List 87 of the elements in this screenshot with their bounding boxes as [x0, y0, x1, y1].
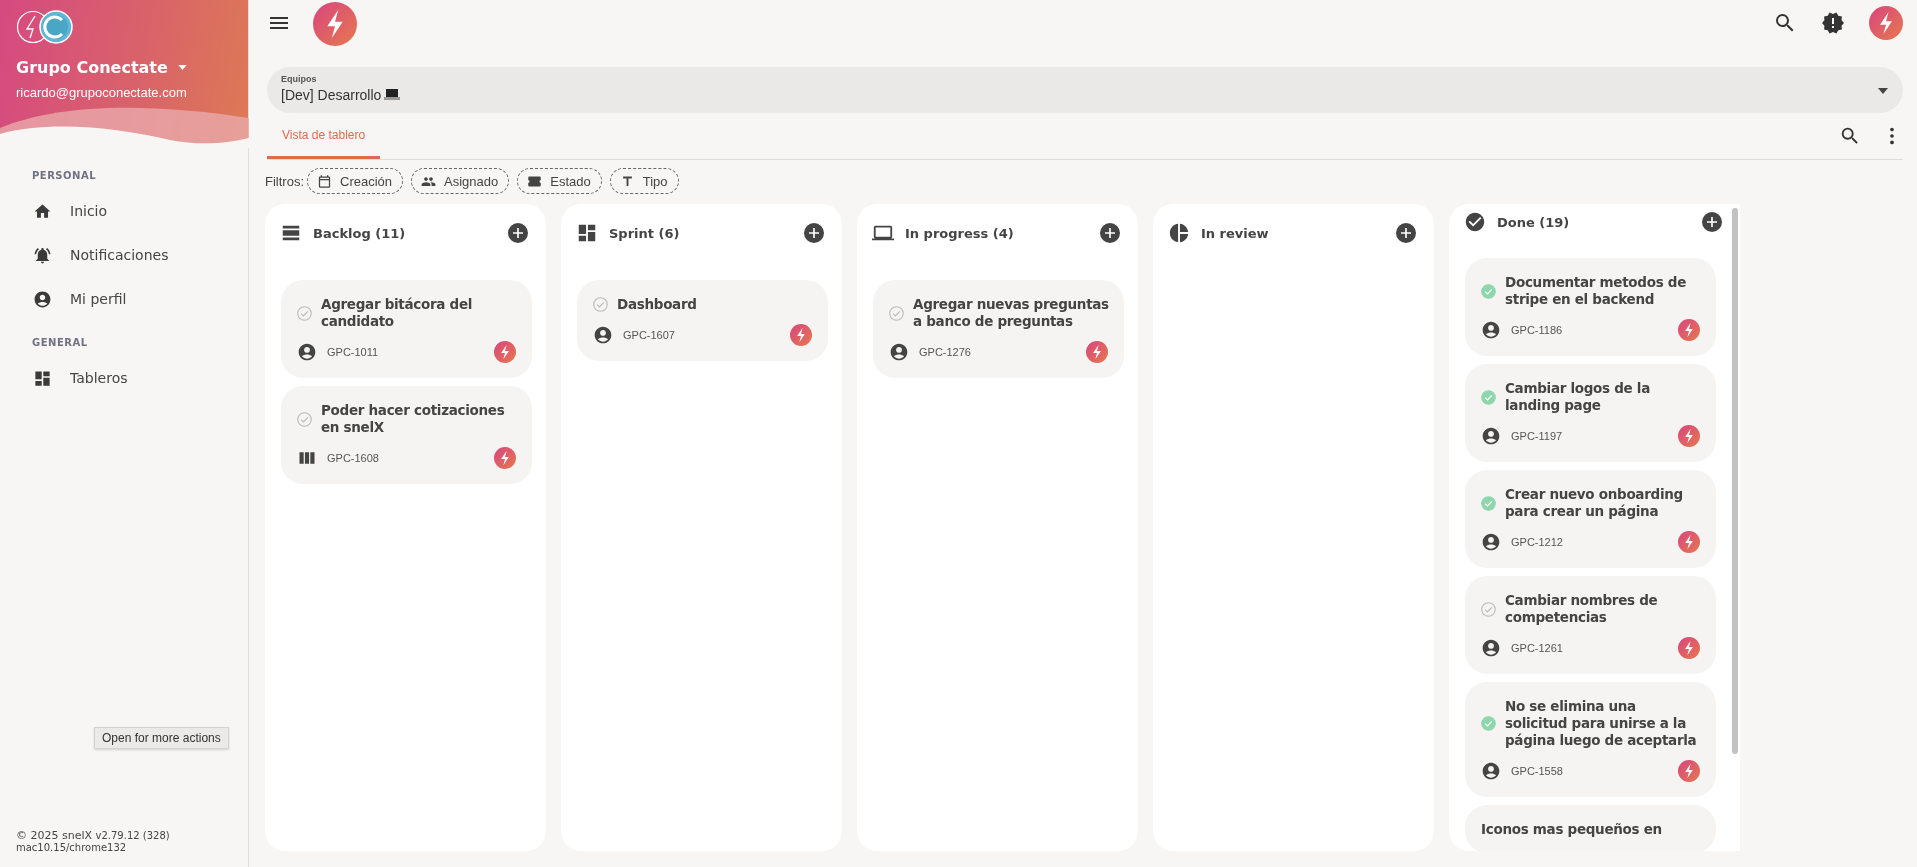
task-id: GPC-1186 — [1511, 324, 1564, 336]
nav-item[interactable]: Tableros — [0, 356, 248, 400]
task-card[interactable]: Documentar metodos de stripe en el backend GPC-1186 — [1465, 258, 1716, 356]
task-id: GPC-1212 — [1511, 536, 1564, 548]
task-card[interactable]: Crear nuevo onboarding para crear un página GPC-1212 — [1465, 470, 1716, 568]
organization-switcher[interactable]: Grupo Conectate — [16, 58, 187, 77]
user-avatar-icon — [889, 342, 909, 362]
grid-icon — [576, 222, 598, 244]
bolt-avatar-icon — [494, 341, 516, 363]
profile-icon — [33, 289, 52, 309]
user-avatar-icon — [1481, 532, 1501, 552]
column-title: Done (19) — [1497, 214, 1571, 230]
task-card[interactable]: Agregar nuevas preguntas a banco de preguntas GPC-1276 — [873, 280, 1124, 378]
add-icon[interactable] — [1396, 223, 1416, 243]
bolt-avatar-icon — [1678, 425, 1700, 447]
bolt-avatar-icon — [1678, 319, 1700, 341]
caret-icon — [177, 65, 187, 70]
task-id: GPC-1276 — [919, 346, 972, 358]
task-card[interactable]: Iconos mas pequeños en — [1465, 805, 1716, 851]
task-title: Poder hacer cotizaciones en snelX — [321, 402, 506, 436]
team-select[interactable]: Equipos [Dev] Desarrollo — [267, 67, 1903, 113]
user-email: ricardo@grupoconectate.com — [16, 85, 188, 100]
user-avatar-icon — [1481, 320, 1501, 340]
task-card[interactable]: No se elimina una solicitud para unirse a la página luego de aceptarla GPC-1558 — [1465, 682, 1716, 797]
add-icon[interactable] — [508, 223, 528, 243]
badge-alert-icon[interactable] — [1821, 10, 1845, 35]
user-avatar-icon — [593, 325, 613, 345]
task-title: Cambiar nombres de competencias — [1505, 592, 1659, 626]
task-title: Dashboard — [617, 296, 697, 313]
column-title: Sprint (6) — [609, 225, 681, 241]
task-title: Agregar nuevas preguntas a banco de preguntas — [913, 296, 1110, 330]
bolt-logo-icon[interactable] — [313, 1, 357, 46]
column-title: In review — [1201, 225, 1270, 241]
task-card[interactable]: Dashboard GPC-1607 — [577, 280, 828, 361]
filters-label: Filtros: — [265, 173, 304, 189]
user-avatar-icon — [1481, 761, 1501, 781]
task-card[interactable]: Poder hacer cotizaciones en snelX GPC-1608 — [281, 386, 532, 484]
task-id: GPC-1011 — [327, 346, 380, 358]
field-label: Equipos — [281, 74, 318, 84]
task-title: Agregar bitácora del candidato — [321, 296, 474, 330]
task-card[interactable]: Agregar bitácora del candidato GPC-1011 — [281, 280, 532, 378]
grid-icon — [33, 368, 52, 388]
task-id: GPC-1261 — [1511, 642, 1564, 654]
user-avatar-icon — [297, 342, 317, 362]
bolt-avatar-icon — [494, 447, 516, 469]
copyright-text: © 2025 snelX v2.79.12 (328) — [16, 829, 171, 842]
task-title: Documentar metodos de stripe en el backend — [1505, 274, 1687, 308]
task-title: Iconos mas pequeños en — [1481, 821, 1662, 838]
calendar-icon — [317, 173, 332, 189]
tooltip: Open for more actions — [94, 727, 229, 749]
bolt-avatar-icon — [790, 324, 812, 346]
bolt-avatar-icon — [1086, 341, 1108, 363]
selected-team: [Dev] Desarrollo — [281, 87, 382, 103]
search-icon[interactable] — [1839, 125, 1861, 147]
task-id: GPC-1197 — [1511, 430, 1564, 442]
bolt-avatar-icon — [1678, 531, 1700, 553]
task-title: No se elimina una solicitud para unirse a la página luego de aceptarla — [1505, 698, 1698, 749]
dropdown-caret-icon — [1878, 88, 1888, 94]
bolt-avatar-icon — [1678, 760, 1700, 782]
section-heading: GENERAL — [31, 337, 89, 348]
user-avatar-icon[interactable] — [1869, 5, 1903, 40]
column-title: In progress (4) — [905, 225, 1015, 241]
laptop-icon — [384, 89, 401, 101]
nav-item[interactable]: Mi perfil — [0, 277, 248, 321]
section-heading: PERSONAL — [31, 170, 98, 181]
task-card[interactable]: Cambiar nombres de competencias GPC-1261 — [1465, 576, 1716, 674]
add-icon[interactable] — [1702, 212, 1722, 232]
task-id: GPC-1607 — [623, 329, 676, 341]
home-icon — [33, 201, 52, 221]
scrollbar[interactable] — [1732, 208, 1738, 754]
task-id: GPC-1608 — [327, 452, 380, 464]
nav-item[interactable]: Notificaciones — [0, 233, 248, 277]
user-avatar-icon — [1481, 638, 1501, 658]
user-avatar-icon — [1481, 426, 1501, 446]
bolt-avatar-icon — [1678, 637, 1700, 659]
logo-icon — [16, 10, 76, 44]
nav-item[interactable]: Inicio — [0, 189, 248, 233]
task-title: Cambiar logos de la landing page — [1505, 380, 1651, 414]
bell-icon — [33, 245, 52, 265]
task-card[interactable]: Cambiar logos de la landing page GPC-1197 — [1465, 364, 1716, 462]
task-title: Crear nuevo onboarding para crear un página — [1505, 486, 1684, 520]
add-icon[interactable] — [1100, 223, 1120, 243]
column-title: Backlog (11) — [313, 225, 407, 241]
pie-icon — [1168, 222, 1190, 244]
task-id: GPC-1558 — [1511, 765, 1564, 777]
platform-text: mac10.15/chrome132 — [16, 842, 128, 853]
add-icon[interactable] — [804, 223, 824, 243]
